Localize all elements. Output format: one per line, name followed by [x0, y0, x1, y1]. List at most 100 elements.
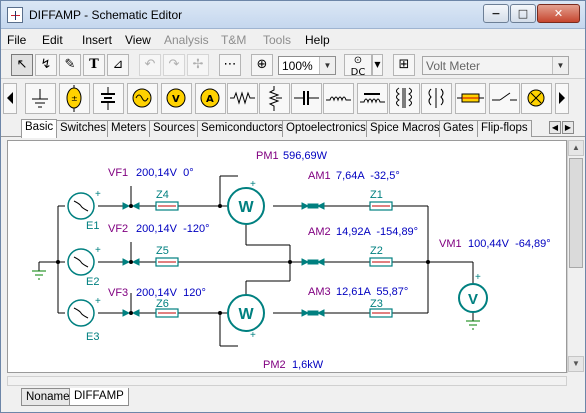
grid-icon[interactable]: ⋯ — [219, 54, 241, 76]
ammeter-icon[interactable]: A — [195, 83, 226, 114]
plus-sign-e3: + — [95, 296, 101, 307]
tab-meters[interactable]: Meters — [107, 120, 151, 137]
core-inductor-icon[interactable] — [357, 83, 388, 114]
close-button[interactable]: ✕ — [537, 4, 580, 23]
voltmeter-glyph: V — [468, 291, 478, 308]
scroll-down-icon[interactable]: ▼ — [568, 356, 584, 372]
impedance-z3-label: Z3 — [370, 298, 383, 310]
pencil-icon[interactable]: ✎ — [59, 54, 81, 76]
menu-analysis[interactable]: Analysis — [164, 33, 209, 47]
window-title: DIFFAMP - Schematic Editor — [29, 8, 183, 22]
tab-optoelectronics[interactable]: Optoelectronics — [282, 120, 370, 137]
horizontal-scrollbar[interactable] — [7, 376, 567, 386]
vertical-scrollbar[interactable]: ▲ ▼ — [567, 140, 584, 373]
chevron-down-icon[interactable]: ▼ — [552, 57, 568, 74]
switch-icon[interactable] — [489, 83, 520, 114]
voltmeter-icon[interactable]: V — [161, 83, 192, 114]
svg-text:A: A — [206, 94, 214, 105]
plus-sign-v: + — [475, 272, 481, 283]
meter-am1-value: 7,64A -32,5° — [336, 170, 400, 182]
tab-semiconductors[interactable]: Semiconductors — [197, 120, 288, 137]
component-select[interactable]: Volt Meter ▼ — [422, 56, 569, 75]
tab-scroll-left-icon[interactable]: ◀ — [549, 121, 561, 134]
voltage-source-icon[interactable]: ± — [59, 83, 90, 114]
title-bar[interactable]: DIFFAMP - Schematic Editor − □ ✕ — [1, 1, 585, 29]
scroll-left-icon[interactable] — [3, 83, 17, 114]
tab-diffamp[interactable]: DIFFAMP — [69, 388, 129, 406]
tab-flip-flops[interactable]: Flip-flops — [477, 120, 532, 137]
tab-switches[interactable]: Switches — [56, 120, 111, 137]
impedance-z6-label: Z6 — [156, 298, 169, 310]
redo-icon[interactable]: ↷ — [163, 54, 185, 76]
meter-am3-value: 12,61A 55,87° — [336, 286, 408, 298]
zoom-select[interactable]: 100% ▼ — [278, 56, 336, 75]
menu-edit[interactable]: Edit — [42, 33, 63, 47]
schematic-diagram: W W V + + + + + + E1 E2 E3 Z1 Z2 Z3 Z4 Z… — [32, 150, 551, 371]
minimize-button[interactable]: − — [483, 4, 509, 23]
text-tool-icon[interactable]: T — [83, 54, 105, 76]
tab-gates[interactable]: Gates — [439, 120, 478, 137]
battery-icon[interactable] — [93, 83, 124, 114]
app-icon[interactable] — [7, 7, 23, 23]
tab-noname[interactable]: Noname — [21, 388, 75, 406]
capacitor-icon[interactable] — [291, 83, 322, 114]
rotate-icon[interactable]: ✢ — [187, 54, 209, 76]
tab-scroll-right-icon[interactable]: ▶ — [562, 121, 574, 134]
plus-sign-w2: + — [250, 330, 256, 341]
resistor-icon[interactable] — [227, 83, 258, 114]
plus-sign-e1: + — [95, 189, 101, 200]
chevron-down-icon[interactable]: ▼ — [372, 54, 383, 76]
maximize-button[interactable]: □ — [510, 4, 536, 23]
impedance-z1-label: Z1 — [370, 189, 383, 201]
source-e3-label: E3 — [86, 331, 99, 343]
tab-spice-macros[interactable]: Spice Macros — [366, 120, 444, 137]
chevron-down-icon[interactable]: ▼ — [319, 57, 335, 74]
component-place-icon[interactable]: ⊞ — [393, 54, 415, 76]
meter-vf2-value: 200,14V -120° — [136, 223, 210, 235]
menu-tools[interactable]: Tools — [263, 33, 291, 47]
meter-am2-value: 14,92A -154,89° — [336, 226, 418, 238]
main-toolbar: ↖ ↯ ✎ T ⊿ ↶ ↷ ✢ ⋯ ⊕ 100% ▼ ⊙ DC ▼ ⊞ Volt … — [1, 51, 585, 79]
meter-pm1-name: PM1 — [256, 150, 279, 162]
impedance-z4-label: Z4 — [156, 189, 169, 201]
component-category-tabs: Basic Switches Meters Sources Semiconduc… — [1, 119, 585, 138]
meter-vf3-value: 200,14V 120° — [136, 287, 206, 299]
meter-am2-name: AM2 — [308, 226, 331, 238]
svg-text:±: ± — [71, 94, 78, 103]
menu-tm[interactable]: T&M — [221, 33, 246, 47]
wire-select-icon[interactable]: ↯ — [35, 54, 57, 76]
tab-sources[interactable]: Sources — [149, 120, 200, 137]
lamp-icon[interactable] — [521, 83, 552, 114]
inductor-icon[interactable] — [323, 83, 354, 114]
fuse-icon[interactable] — [455, 83, 486, 114]
meter-vf1-value: 200,14V 0° — [136, 167, 194, 179]
menu-view[interactable]: View — [125, 33, 151, 47]
source-e1-label: E1 — [86, 220, 99, 232]
undo-icon[interactable]: ↶ — [139, 54, 161, 76]
component-value: Volt Meter — [426, 59, 481, 73]
menu-help[interactable]: Help — [305, 33, 330, 47]
tab-basic[interactable]: Basic — [21, 119, 58, 138]
ground-icon[interactable] — [25, 83, 56, 114]
meter-vm1-name: VM1 — [439, 238, 462, 250]
ac-source-icon[interactable] — [127, 83, 158, 114]
potentiometer-icon[interactable] — [259, 83, 290, 114]
scroll-thumb[interactable] — [569, 158, 583, 268]
meter-pm2-name: PM2 — [263, 359, 286, 371]
scroll-up-icon[interactable]: ▲ — [568, 140, 584, 156]
meter-pm2-value: 1,6kW — [292, 359, 324, 371]
scroll-right-icon[interactable] — [555, 83, 569, 114]
menu-file[interactable]: File — [7, 33, 26, 47]
transformer-icon[interactable] — [389, 83, 420, 114]
wattmeter-2-glyph: W — [238, 306, 254, 323]
schematic-canvas[interactable]: W W V + + + + + + E1 E2 E3 Z1 Z2 Z3 Z4 Z… — [7, 140, 567, 373]
select-arrow-icon[interactable]: ↖ — [11, 54, 33, 76]
ideal-transformer-icon[interactable] — [421, 83, 452, 114]
meter-am1-name: AM1 — [308, 170, 331, 182]
dc-analysis-icon[interactable]: ⊙ DC — [344, 54, 372, 78]
menu-insert[interactable]: Insert — [82, 33, 112, 47]
plus-sign-w1: + — [250, 179, 256, 190]
diagram-tool-icon[interactable]: ⊿ — [107, 54, 129, 76]
zoom-icon[interactable]: ⊕ — [251, 54, 273, 76]
impedance-z5-label: Z5 — [156, 245, 169, 257]
